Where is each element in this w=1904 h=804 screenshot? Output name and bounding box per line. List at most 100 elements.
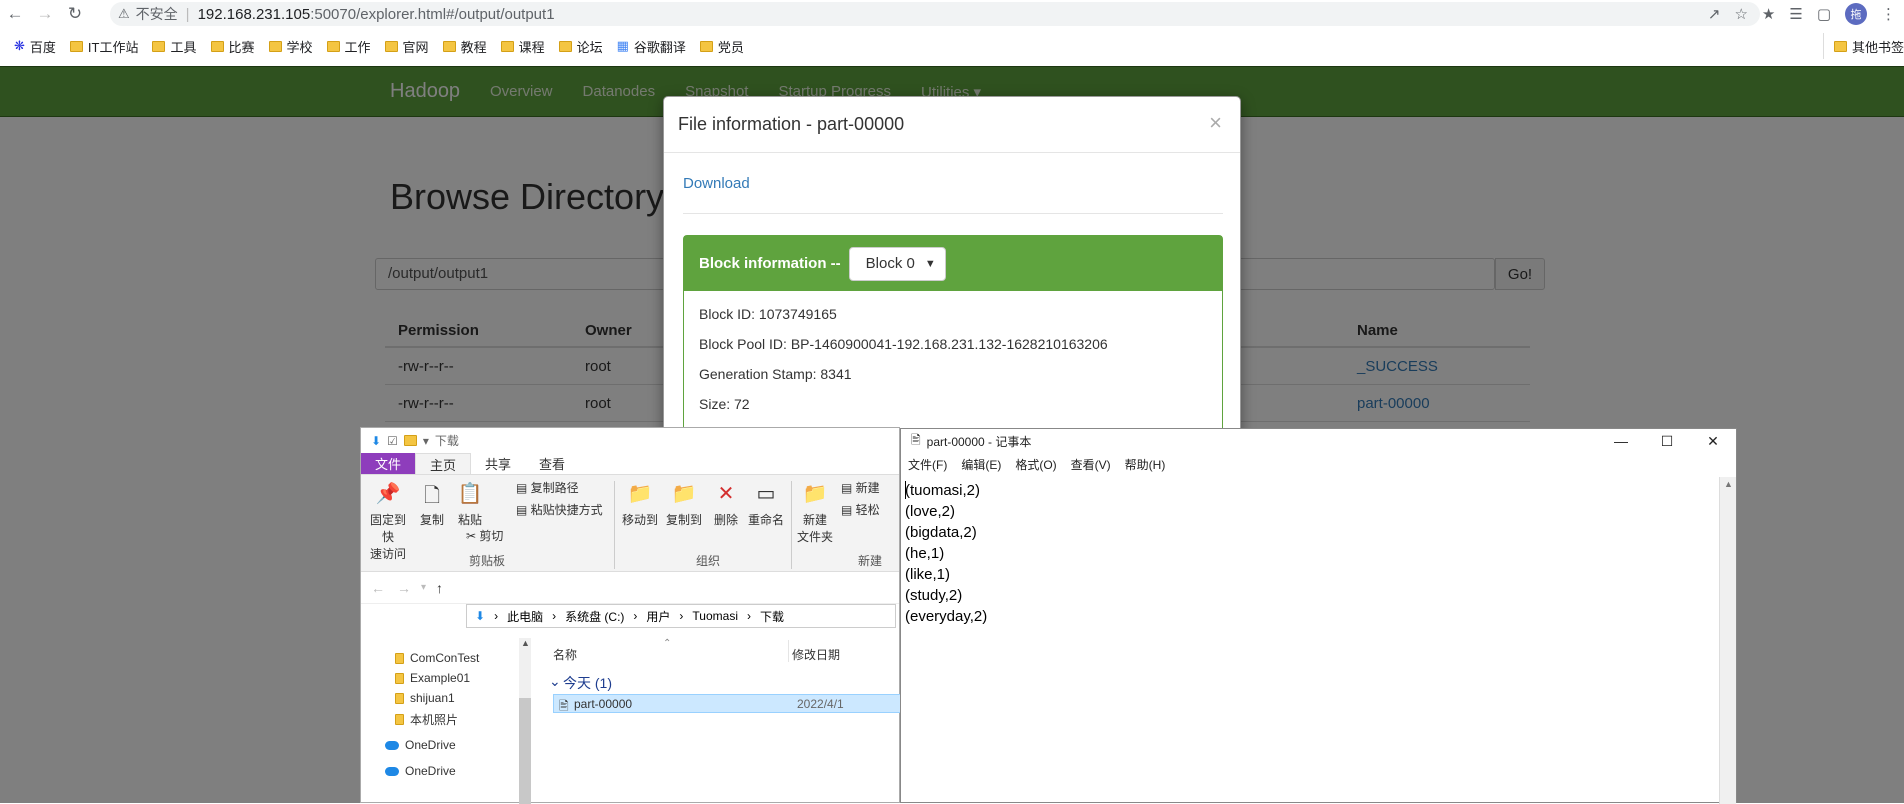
breadcrumb-item[interactable]: 用户 [646,608,670,625]
notepad-window: 🖹 part-00000 - 记事本 — ☐ ✕ 文件(F) 编辑(E) 格式(… [900,428,1737,804]
star-icon[interactable]: ☆ [1734,5,1747,23]
bookmark-other[interactable]: 其他书签 [1822,33,1904,59]
maximize-icon[interactable]: ☐ [1644,429,1690,453]
copy-path-button[interactable]: ▤ 复制路径 [516,479,579,496]
bookmark-translate[interactable]: ▦ 谷歌翻译 [617,37,686,56]
quick-access-icon[interactable]: ⬇ [371,434,381,448]
menu-edit[interactable]: 编辑(E) [961,456,1001,473]
bookmark-course[interactable]: 课程 [500,37,545,56]
back-icon[interactable]: ← [0,0,30,28]
explorer-titlebar: ⬇ ☑ ▾ 下载 [361,428,899,453]
bookmark-party[interactable]: 党员 [699,37,744,56]
chevron-down-icon: ▼ [924,257,936,270]
bookmark-it[interactable]: IT工作站 [69,37,138,56]
copy-button[interactable]: 🗋 复制 [415,481,449,528]
move-to-button[interactable]: 📁 移动到 [619,481,661,528]
breadcrumb-item[interactable]: 此电脑 [507,608,543,625]
block-select[interactable]: Block 0 ▼ [848,246,946,281]
breadcrumb[interactable]: ⬇ › 此电脑 › 系统盘 (C:) › 用户 › Tuomasi › 下载 [466,604,896,628]
menu-view[interactable]: 查看(V) [1071,456,1111,473]
bookmark-work[interactable]: 工作 [326,37,371,56]
col-modified-header[interactable]: 修改日期 [792,646,840,663]
tree-item-comcontest[interactable]: ComConTest [395,651,479,665]
ribbon-tabs: 文件 主页 共享 查看 [361,453,899,474]
text-line: (like,1) [905,566,951,583]
chevron-down-icon[interactable]: ⌄ [549,673,561,690]
group-label[interactable]: 今天 (1) [563,673,612,693]
new-item-button[interactable]: ▤ 新建 [841,479,880,496]
col-name-header[interactable]: 名称 [553,646,577,663]
address-bar[interactable]: ⚠ 不安全 | 192.168.231.105:50070/explorer.h… [110,2,1760,26]
chevron-up-icon[interactable]: ▲ [521,638,530,648]
breadcrumb-item[interactable]: Tuomasi [692,609,738,623]
forward-icon[interactable]: → [30,0,60,28]
recent-icon[interactable]: ▾ [421,582,426,593]
close-icon[interactable]: × [1209,110,1222,136]
menu-icon[interactable]: ⋮ [1881,5,1896,23]
rename-button[interactable]: ▭ 重命名 [745,481,787,528]
divider [614,481,615,569]
chevron-right-icon: › [633,609,638,623]
bookmark-label: 论坛 [576,39,603,55]
file-explorer-window: ⬇ ☑ ▾ 下载 文件 主页 共享 查看 📌 固定到快 速访问 🗋 复制 📋 粘贴 ▤… [360,427,903,804]
block-info-header: Block information -- Block 0 ▼ [684,236,1222,291]
tree-item-shijuan1[interactable]: shijuan1 [395,691,455,705]
chevron-up-icon[interactable]: ▲ [1724,479,1733,489]
paste-shortcut-button[interactable]: ▤ 粘贴快捷方式 [516,501,603,518]
bookmarks-bar: ❋ 百度 IT工作站 工具 比赛 学校 工作 官网 教程 课程 论坛 ▦ 谷歌翻译 … [0,33,1904,59]
download-link[interactable]: Download [683,175,750,192]
bookmark-forum[interactable]: 论坛 [558,37,603,56]
properties-icon[interactable]: ☑ [387,434,398,448]
sidebar-icon[interactable]: ▢ [1817,5,1831,23]
breadcrumb-item[interactable]: 系统盘 (C:) [565,608,624,625]
bookmark-tools[interactable]: 工具 [152,37,197,56]
new-folder-button[interactable]: 📁 新建 文件夹 [796,481,834,545]
tree-item-onedrive[interactable]: OneDrive [385,764,456,778]
tree-item-onedrive[interactable]: OneDrive [385,738,456,752]
tab-file[interactable]: 文件 [361,453,416,474]
menu-help[interactable]: 帮助(H) [1125,456,1166,473]
back-icon[interactable]: ← [371,580,385,596]
extensions-icon[interactable]: ★ [1762,5,1775,23]
forward-icon[interactable]: → [397,580,411,596]
easy-access-button[interactable]: ▤ 轻松 [841,501,880,518]
close-icon[interactable]: ✕ [1690,429,1736,453]
up-icon[interactable]: ↑ [436,580,443,596]
cut-button[interactable]: ✂ 剪切 [466,527,503,544]
bookmark-label: 工具 [170,39,197,55]
bookmark-contest[interactable]: 比赛 [210,37,255,56]
tab-view[interactable]: 查看 [525,453,579,474]
reload-icon[interactable]: ↻ [60,0,90,28]
bookmark-official[interactable]: 官网 [384,37,429,56]
notepad-scrollbar[interactable]: ▲ [1719,477,1736,804]
breadcrumb-item[interactable]: 下载 [760,608,784,625]
divider [788,640,789,662]
customize-icon[interactable]: ▾ [423,434,429,448]
pin-button[interactable]: 📌 固定到快 速访问 [367,481,409,562]
navigation-scrollbar[interactable]: ▲ [519,638,531,804]
delete-button[interactable]: ✕ 删除 [711,481,741,528]
minimize-icon[interactable]: — [1598,429,1644,453]
folder-icon [326,40,340,52]
share-icon[interactable]: ↗ [1708,5,1721,23]
notepad-text-area[interactable]: (tuomasi,2) (love,2) (bigdata,2) (he,1) … [905,480,987,627]
reading-list-icon[interactable]: ☰ [1789,5,1802,23]
scrollbar-thumb[interactable] [519,698,531,804]
list-item[interactable]: 🖹 part-00000 2022/4/1 [553,694,903,713]
new-item-icon: ▤ [841,481,856,495]
avatar[interactable]: 拖 [1845,3,1867,25]
copy-to-button[interactable]: 📁 复制到 [663,481,705,528]
bookmark-label: 课程 [518,39,545,55]
window-controls: — ☐ ✕ [1598,429,1736,453]
menu-file[interactable]: 文件(F) [908,456,947,473]
bookmark-tutorial[interactable]: 教程 [442,37,487,56]
tab-share[interactable]: 共享 [471,453,525,474]
tab-home[interactable]: 主页 [415,453,472,474]
menu-format[interactable]: 格式(O) [1015,456,1056,473]
bookmark-baidu[interactable]: ❋ 百度 [14,37,56,56]
paste-button[interactable]: 📋 粘贴 [453,481,487,528]
bookmark-school[interactable]: 学校 [268,37,313,56]
tree-item-photos[interactable]: 本机照片 [395,711,458,728]
tree-item-example01[interactable]: Example01 [395,671,470,685]
copy-label: 复制 [419,513,444,527]
